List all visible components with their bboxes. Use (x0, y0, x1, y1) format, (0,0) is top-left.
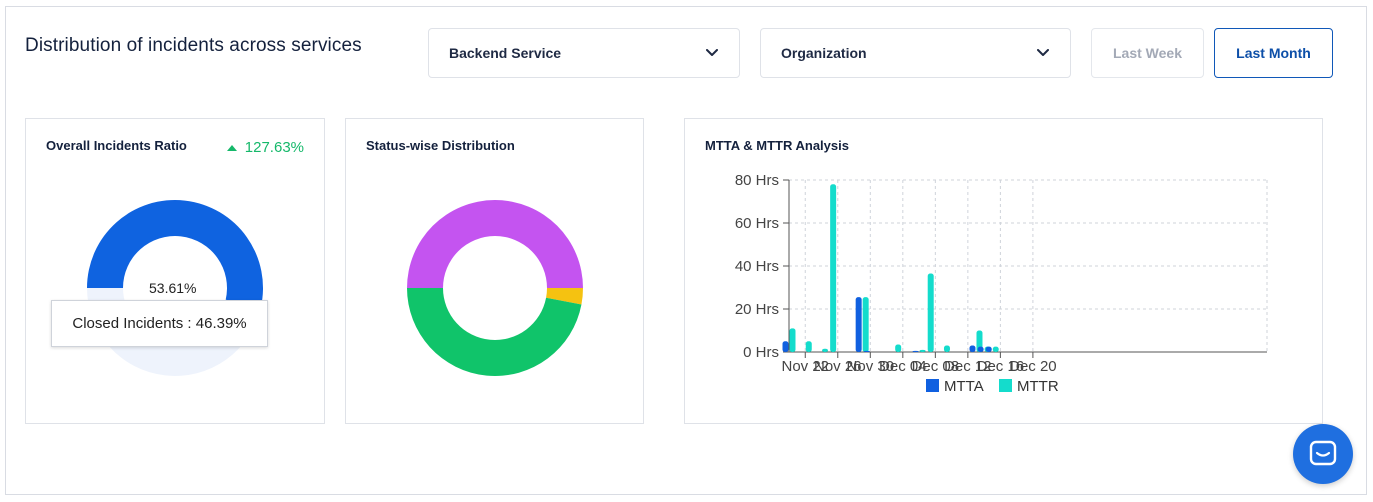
bar-mtta[interactable] (855, 297, 862, 352)
overall-ratio-donut (87, 199, 263, 376)
bar-mtta[interactable] (977, 346, 984, 352)
bar-mttr[interactable] (992, 346, 999, 352)
bar-mttr[interactable] (830, 184, 837, 352)
y-tick-label: 40 Hrs (735, 258, 779, 275)
y-tick-label: 60 Hrs (735, 215, 779, 232)
chat-bubble-icon (1309, 440, 1337, 466)
bar-mttr[interactable] (822, 348, 829, 352)
chevron-down-icon (1036, 46, 1050, 60)
overall-ratio-center-label: 53.61% (149, 280, 197, 296)
bar-mttr[interactable] (895, 344, 902, 352)
legend-swatch-mttr (999, 379, 1012, 392)
status-donut (407, 200, 583, 377)
organization-select[interactable]: Organization (760, 28, 1071, 78)
bar-mtta[interactable] (782, 341, 789, 352)
chevron-down-icon (705, 46, 719, 60)
bar-mtta[interactable] (863, 350, 870, 352)
bar-mtta[interactable] (969, 345, 976, 352)
closed-incidents-tooltip: Closed Incidents : 46.39% (51, 300, 268, 347)
bar-mtta[interactable] (985, 346, 992, 352)
bar-mtta[interactable] (912, 350, 919, 352)
x-tick-label: Dec 20 (1009, 358, 1057, 375)
bar-mttr[interactable] (927, 273, 934, 352)
y-tick-label: 0 Hrs (743, 344, 779, 361)
page-title: Distribution of incidents across service… (25, 35, 362, 56)
backend-service-select-label: Backend Service (449, 45, 562, 61)
legend-label-mtta[interactable]: MTTA (944, 378, 984, 395)
bar-mttr[interactable] (862, 297, 869, 352)
last-month-button[interactable]: Last Month (1214, 28, 1333, 78)
bar-mttr[interactable] (789, 328, 796, 352)
legend-swatch-mtta (926, 379, 939, 392)
last-week-button[interactable]: Last Week (1091, 28, 1204, 78)
legend-label-mttr[interactable]: MTTR (1017, 378, 1059, 395)
donut-slice-green[interactable] (407, 288, 582, 377)
backend-service-select[interactable]: Backend Service (428, 28, 740, 78)
y-tick-label: 80 Hrs (735, 172, 779, 189)
y-tick-label: 20 Hrs (735, 301, 779, 318)
donut-slice-purple[interactable] (407, 200, 583, 288)
bar-mttr[interactable] (805, 341, 812, 352)
bar-mttr[interactable] (919, 349, 926, 352)
bar-mttr[interactable] (943, 345, 950, 352)
mtta-mttr-chart: 0 Hrs20 Hrs40 Hrs60 Hrs80 HrsNov 22Nov 2… (735, 172, 1268, 395)
chat-launcher-button[interactable] (1293, 424, 1353, 484)
organization-select-label: Organization (781, 45, 867, 61)
